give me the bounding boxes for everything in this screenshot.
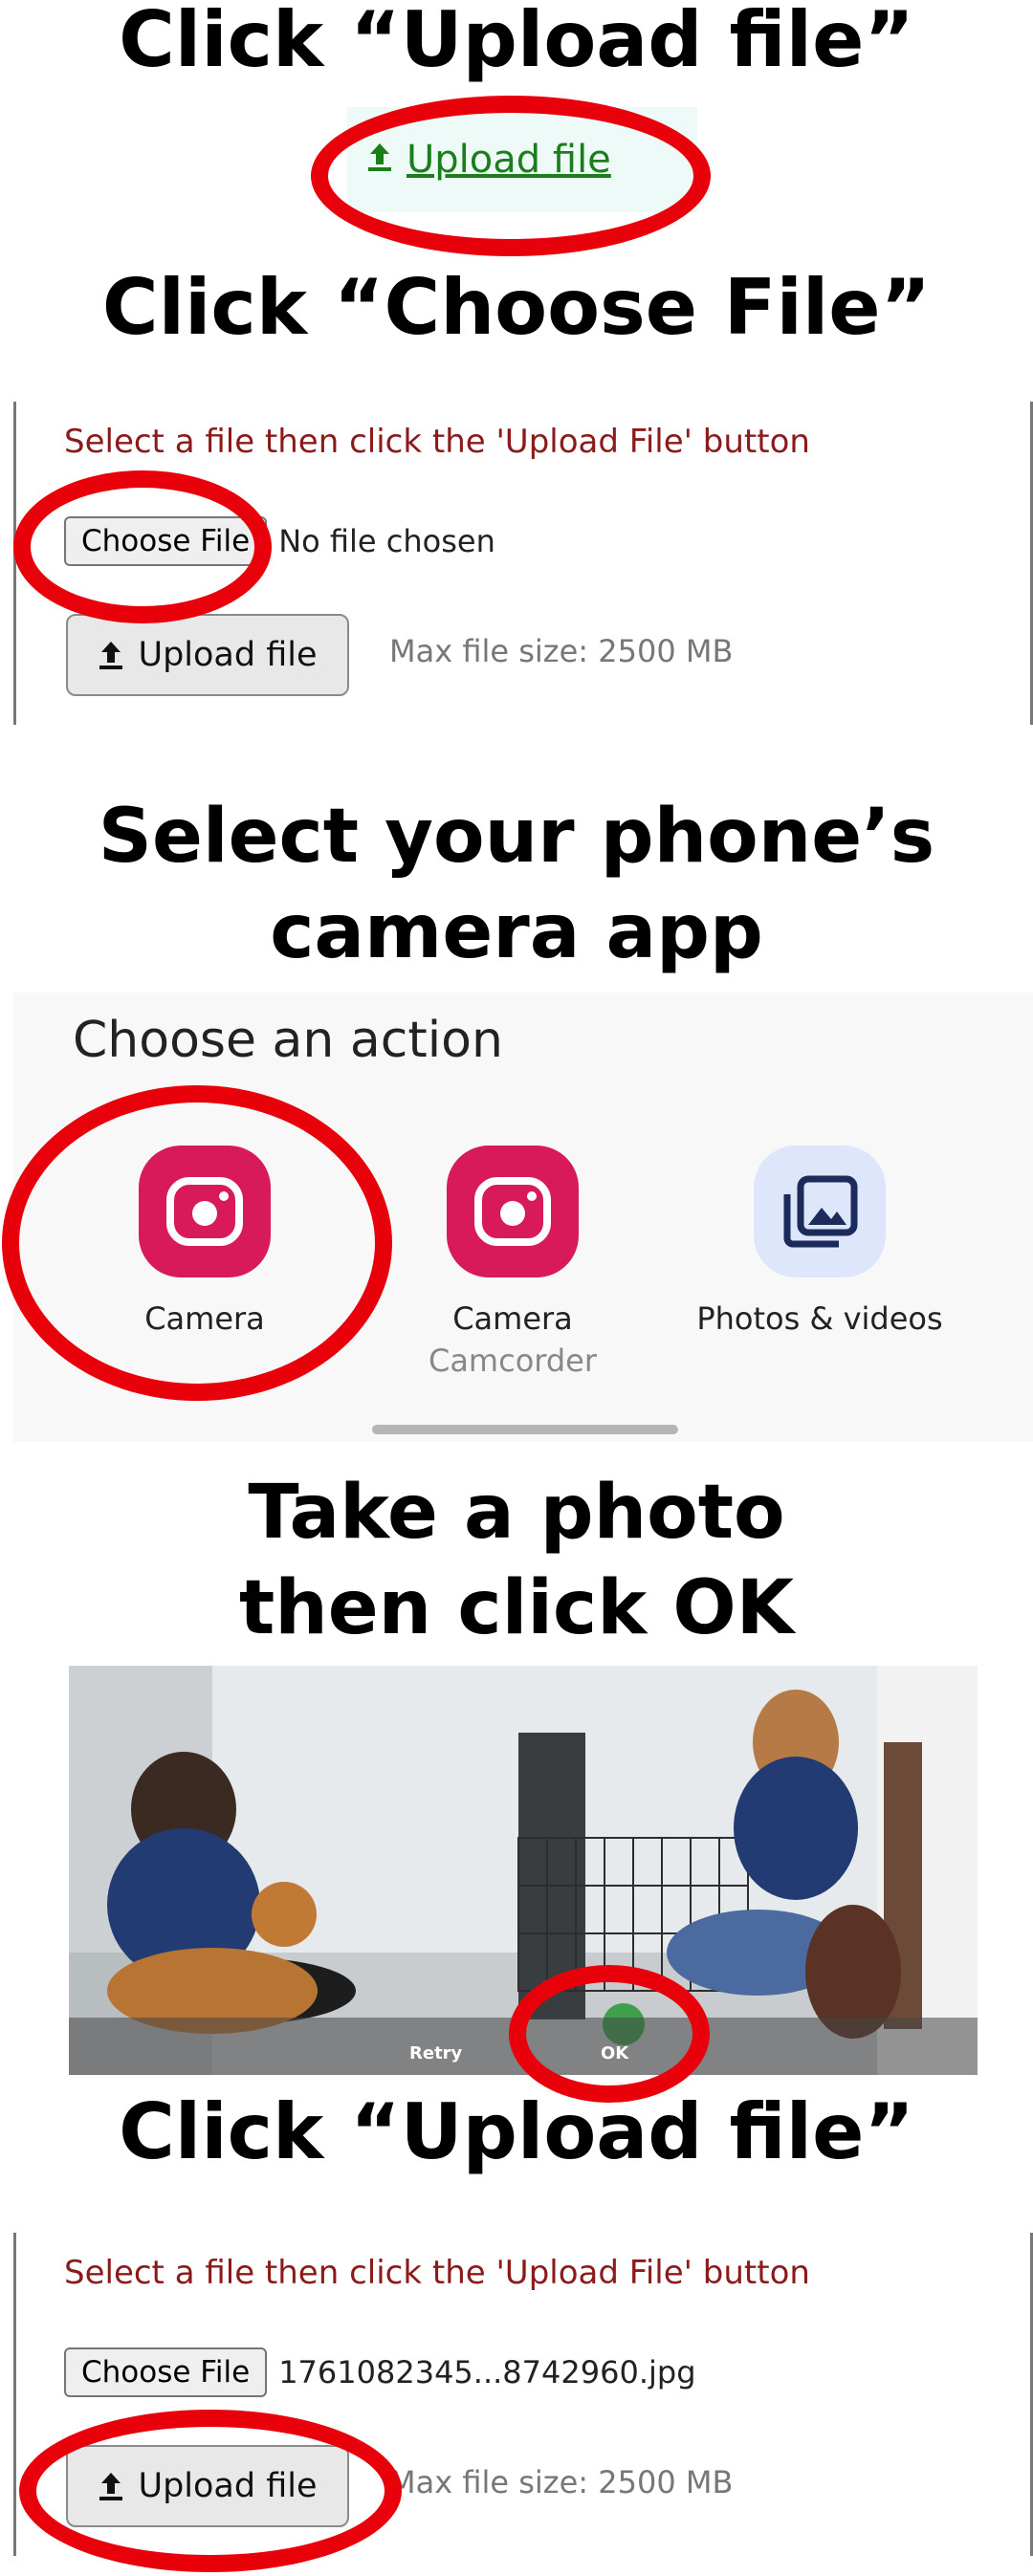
upload-button-label: Upload file [138,636,318,674]
choose-file-button[interactable]: Choose File [64,516,268,566]
app-photos-videos[interactable]: Photos & videos [667,1146,973,1337]
retry-button[interactable]: Retry [409,2043,462,2063]
app-camera[interactable]: Camera [52,1146,358,1337]
app-camcorder[interactable]: Camera Camcorder [360,1146,666,1379]
upload-link-container: Upload file [347,107,697,212]
step-5-title: Click “Upload file” [119,2087,914,2176]
file-input-row: Choose File No file chosen [64,516,495,566]
max-file-size: Max file size: 2500 MB [389,2464,734,2500]
choose-file-button[interactable]: Choose File [64,2347,268,2397]
camera-preview: Retry OK [69,1666,978,2075]
upload-arrow-icon [366,138,393,182]
upload-form-after: Select a file then click the 'Upload Fil… [13,2233,1033,2556]
file-status: 1761082345...8742960.jpg [278,2354,696,2390]
upload-file-button[interactable]: Upload file [66,614,349,696]
camera-photo [69,1666,978,2075]
file-status: No file chosen [278,523,495,559]
upload-file-link[interactable]: Upload file [366,138,611,182]
camera-controls-bar [69,2018,978,2075]
upload-file-button[interactable]: Upload file [66,2445,349,2527]
step-2-title: Click “Choose File” [101,263,932,352]
upload-button-label: Upload file [138,2467,318,2505]
file-input-row: Choose File 1761082345...8742960.jpg [64,2347,696,2397]
upload-arrow-icon [99,642,123,669]
max-file-size: Max file size: 2500 MB [389,633,734,669]
choose-action-sheet: Choose an action Camera Camera Camcorder… [13,993,1033,1442]
upload-link-label: Upload file [407,138,611,182]
app-sublabel: Camcorder [428,1343,598,1379]
home-indicator [372,1425,678,1434]
app-label: Camera [144,1300,265,1337]
step-4-title-line-2: then click OK [238,1565,795,1651]
form-hint: Select a file then click the 'Upload Fil… [64,423,810,461]
step-4-title-line-1: Take a photo [248,1470,785,1556]
form-hint: Select a file then click the 'Upload Fil… [64,2254,810,2292]
sheet-title: Choose an action [73,1012,503,1069]
step-3-title-line-1: Select your phone’s [98,794,935,880]
photos-icon [754,1146,886,1277]
upload-form-before: Select a file then click the 'Upload Fil… [13,402,1033,725]
ok-button[interactable]: OK [601,2043,628,2063]
upload-arrow-icon [99,2473,123,2500]
camera-icon [139,1146,271,1277]
step-3-title-line-2: camera app [270,889,763,975]
step-1-title: Click “Upload file” [119,0,914,84]
app-label: Camera [452,1300,573,1337]
camera-icon [447,1146,579,1277]
app-label: Photos & videos [696,1300,943,1337]
